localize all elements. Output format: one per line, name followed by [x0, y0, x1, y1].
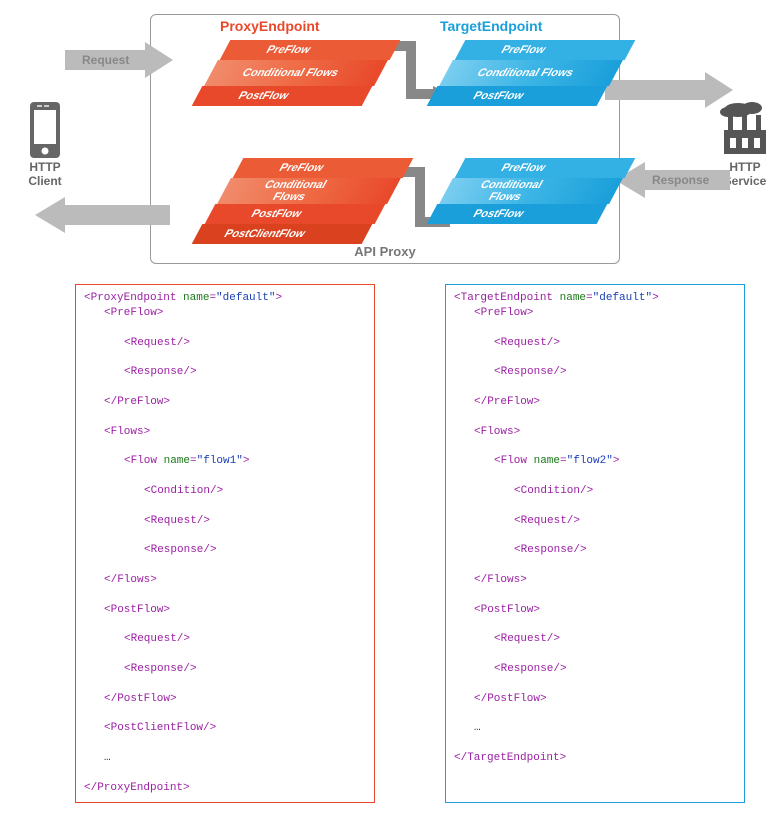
- label: Conditional Flows: [475, 67, 576, 79]
- proxy-res-preflow: PreFlow: [233, 158, 414, 178]
- target-res-preflow: PreFlow: [455, 158, 636, 178]
- label: PostFlow: [471, 208, 526, 220]
- label: Conditional Flows: [240, 67, 341, 79]
- target-res-condflows: Conditional Flows: [439, 178, 623, 204]
- proxy-res-postclientflow: PostClientFlow: [192, 224, 373, 244]
- label: PostClientFlow: [222, 228, 308, 240]
- proxy-req-condflows: Conditional Flows: [204, 60, 388, 86]
- api-proxy-label: API Proxy: [354, 244, 415, 259]
- proxy-endpoint-title: ProxyEndpoint: [220, 18, 320, 34]
- proxy-req-postflow: PostFlow: [192, 86, 373, 106]
- proxy-res-condflows: Conditional Flows: [217, 178, 401, 204]
- phone-icon: [26, 100, 64, 160]
- response-label: Response: [652, 173, 709, 187]
- label: PreFlow: [499, 162, 548, 174]
- target-res-postflow: PostFlow: [427, 204, 608, 224]
- proxy-code-box: <ProxyEndpoint name="default"> <PreFlow>…: [75, 284, 375, 803]
- output-arrow-right-icon: [605, 70, 735, 110]
- code-row: <ProxyEndpoint name="default"> <PreFlow>…: [10, 284, 773, 803]
- target-endpoint-title: TargetEndpoint: [440, 18, 542, 34]
- request-label: Request: [82, 53, 129, 67]
- label: PostFlow: [471, 90, 526, 102]
- output-arrow-left-icon: [30, 195, 170, 235]
- target-req-postflow: PostFlow: [427, 86, 608, 106]
- target-req-preflow: PreFlow: [455, 40, 636, 60]
- diagram-stage: API Proxy ProxyEndpoint TargetEndpoint H…: [10, 10, 773, 270]
- label: PreFlow: [277, 162, 326, 174]
- proxy-req-preflow: PreFlow: [220, 40, 401, 60]
- label: PreFlow: [264, 44, 313, 56]
- proxy-res-postflow: PostFlow: [205, 204, 386, 224]
- target-req-condflows: Conditional Flows: [439, 60, 623, 86]
- label: Conditional Flows: [472, 179, 545, 203]
- label: PostFlow: [236, 90, 291, 102]
- label: PreFlow: [499, 44, 548, 56]
- target-code-box: <TargetEndpoint name="default"> <PreFlow…: [445, 284, 745, 803]
- label: PostFlow: [249, 208, 304, 220]
- label: Conditional Flows: [256, 179, 329, 203]
- http-client: HTTP Client: [10, 100, 80, 188]
- http-client-label: HTTP Client: [10, 160, 80, 188]
